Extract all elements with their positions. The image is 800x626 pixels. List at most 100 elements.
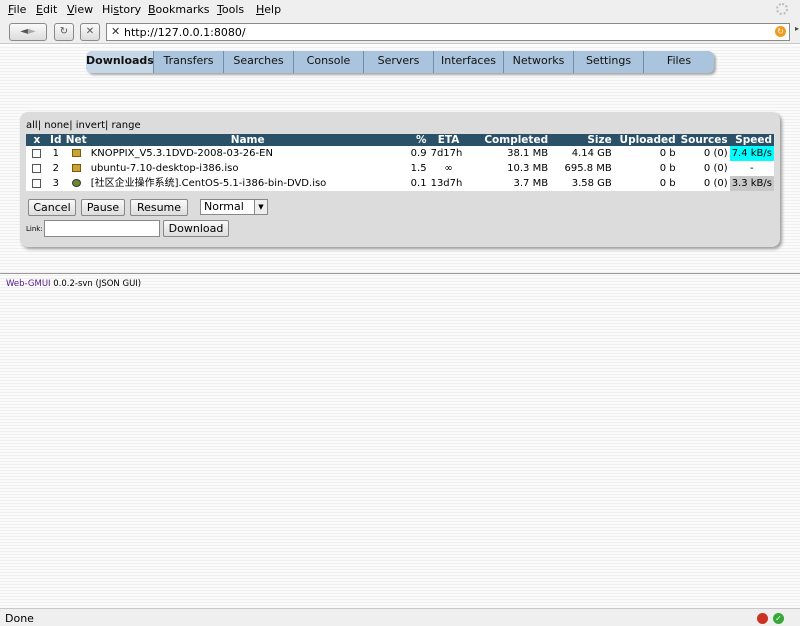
row-sources: 0 (0) [677,176,730,191]
col-eta[interactable]: ETA [429,134,469,146]
row-checkbox[interactable] [32,148,42,158]
select-none-link[interactable]: none [44,120,69,131]
row-eta: ∞ [428,161,469,176]
status-bar: Done ✓ [0,608,800,626]
site-icon: ✕ [111,25,121,38]
row-checkbox[interactable] [32,163,42,173]
footer-link[interactable]: Web-GMUI [6,279,51,289]
table-header-row: x Id Net Name % ETA Completed Size Uploa… [26,134,774,146]
col-net[interactable]: Net [64,134,89,146]
tab-files[interactable]: Files [644,51,714,73]
row-name[interactable]: KNOPPIX_V5.3.1DVD-2008-03-26-EN [88,146,407,161]
status-text: Done [5,612,34,625]
row-percent: 1.5 [406,161,429,176]
divider [0,273,800,274]
row-completed: 3.7 MB [468,176,551,191]
col-select[interactable]: x [26,134,48,146]
col-name[interactable]: Name [89,134,407,146]
select-range-link[interactable]: range [112,120,141,131]
page-content: Downloads Transfers Searches Console Ser… [0,45,800,608]
row-size: 4.14 GB [550,146,614,161]
tab-networks[interactable]: Networks [504,51,574,73]
pause-button[interactable]: Pause [81,199,125,216]
menu-bookmarks[interactable]: Bookmarks [148,3,209,16]
menu-file[interactable]: File [8,3,26,16]
table-row[interactable]: 2 ubuntu-7.10-desktop-i386.iso 1.5 ∞ 10.… [26,161,774,176]
row-name[interactable]: [社区企业操作系统].CentOS-5.1-i386-bin-DVD.iso [88,176,407,191]
navigation-toolbar: ◄► ↻ ✕ ✕ http://127.0.0.1:8080/ ↻ ▸ [0,20,800,44]
footer-version: 0.0.2-svn (JSON GUI) [50,279,142,289]
col-uploaded[interactable]: Uploaded [614,134,678,146]
url-bar[interactable]: ✕ http://127.0.0.1:8080/ ↻ [106,23,790,41]
tab-settings[interactable]: Settings [574,51,644,73]
select-all-link[interactable]: all [26,120,38,131]
back-icon[interactable]: ◄ [20,26,28,37]
edonkey-icon [71,149,81,157]
back-forward-button[interactable]: ◄► [9,23,47,41]
row-id: 3 [47,176,64,191]
download-button[interactable]: Download [163,220,229,237]
priority-select[interactable]: Normal ▼ [200,199,268,215]
menu-bar: File Edit View History Bookmarks Tools H… [0,0,800,20]
addon-icon[interactable] [757,613,768,624]
resume-button[interactable]: Resume [130,199,188,216]
stop-button[interactable]: ✕ [80,23,100,41]
tab-console[interactable]: Console [294,51,364,73]
row-eta: 7d17h [428,146,469,161]
row-id: 2 [47,161,64,176]
priority-value: Normal [204,200,244,213]
cancel-button[interactable]: Cancel [28,199,76,216]
link-label: Link: [26,225,43,233]
menu-tools[interactable]: Tools [217,3,244,16]
row-size: 3.58 GB [550,176,614,191]
tab-transfers[interactable]: Transfers [154,51,224,73]
col-id[interactable]: Id [48,134,64,146]
downloads-table: x Id Net Name % ETA Completed Size Uploa… [26,134,774,191]
row-eta: 13d7h [428,176,469,191]
dropdown-arrow-icon[interactable]: ▼ [254,200,267,214]
throbber-icon [776,3,788,15]
row-speed: 3.3 kB/s [729,176,774,191]
edonkey-icon [71,164,81,172]
col-completed[interactable]: Completed [468,134,550,146]
row-uploaded: 0 b [613,161,678,176]
reload-button[interactable]: ↻ [54,23,74,41]
row-speed: 7.4 kB/s [729,146,774,161]
row-completed: 10.3 MB [468,161,551,176]
footer: Web-GMUI 0.0.2-svn (JSON GUI) [6,279,141,289]
col-percent[interactable]: % [407,134,429,146]
go-icon[interactable]: ↻ [775,26,786,37]
menu-edit[interactable]: Edit [36,3,57,16]
select-invert-link[interactable]: invert [76,120,105,131]
table-row[interactable]: 1 KNOPPIX_V5.3.1DVD-2008-03-26-EN 0.9 7d… [26,146,774,161]
row-speed: - [729,161,774,176]
reload-icon: ↻ [59,26,69,37]
forward-icon[interactable]: ► [28,26,36,37]
col-size[interactable]: Size [550,134,614,146]
menu-help[interactable]: Help [256,3,281,16]
tab-interfaces[interactable]: Interfaces [434,51,504,73]
row-uploaded: 0 b [613,146,678,161]
row-checkbox[interactable] [32,178,42,188]
menu-view[interactable]: View [67,3,93,16]
row-name[interactable]: ubuntu-7.10-desktop-i386.iso [88,161,407,176]
table-row[interactable]: 3 [社区企业操作系统].CentOS-5.1-i386-bin-DVD.iso… [26,176,774,191]
toolbar-chevron-icon[interactable]: ▸ [795,24,799,33]
link-input[interactable] [44,220,160,237]
tab-servers[interactable]: Servers [364,51,434,73]
col-speed[interactable]: Speed [730,134,774,146]
col-sources[interactable]: Sources [678,134,730,146]
tab-searches[interactable]: Searches [224,51,294,73]
selection-links: all| none| invert| range [26,120,141,131]
tab-downloads[interactable]: Downloads [86,51,154,73]
url-text[interactable]: http://127.0.0.1:8080/ [124,26,246,39]
security-check-icon[interactable]: ✓ [773,613,784,624]
row-id: 1 [47,146,64,161]
row-uploaded: 0 b [613,176,678,191]
stop-icon: ✕ [85,26,95,37]
tab-bar: Downloads Transfers Searches Console Ser… [86,51,714,73]
row-sources: 0 (0) [677,161,730,176]
menu-history[interactable]: History [102,3,141,16]
row-size: 695.8 MB [550,161,614,176]
bittorrent-icon [71,179,81,187]
